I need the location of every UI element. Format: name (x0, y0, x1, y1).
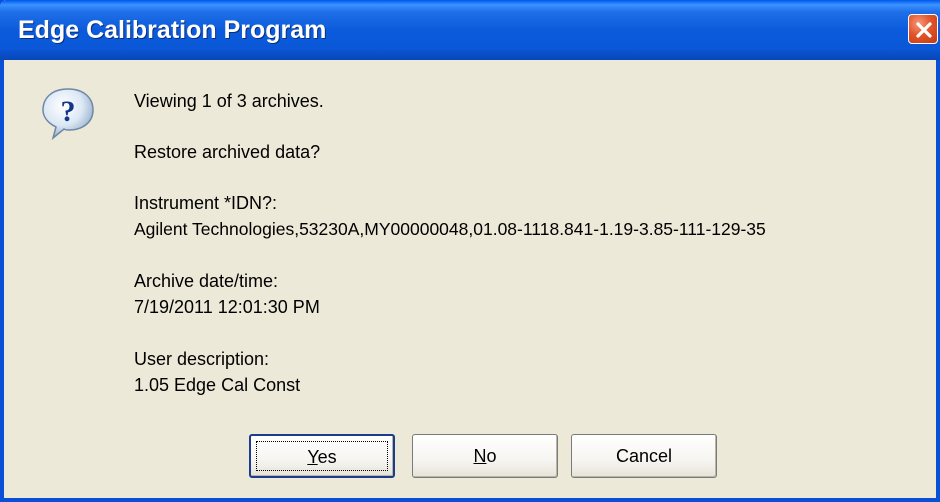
close-icon (916, 22, 932, 38)
yes-button[interactable]: Yes (249, 434, 395, 478)
title-bar[interactable]: Edge Calibration Program (0, 0, 940, 60)
user-description-label: User description: (134, 349, 270, 369)
close-button[interactable] (908, 14, 938, 44)
user-description-value: 1.05 Edge Cal Const (134, 375, 301, 395)
instrument-label: Instrument *IDN?: (134, 193, 278, 213)
archive-datetime-value: 7/19/2011 12:01:30 PM (134, 297, 320, 317)
archive-datetime-label: Archive date/time: (134, 271, 279, 291)
yes-button-label: Yes (307, 447, 337, 467)
window-title: Edge Calibration Program (18, 16, 327, 44)
archive-count-text: Viewing 1 of 3 archives. (134, 91, 324, 111)
message-dialog: Edge Calibration Program ? Viewing 1 of … (0, 0, 940, 502)
instrument-value: Agilent Technologies,53230A,MY00000048,0… (134, 219, 766, 239)
restore-prompt: Restore archived data? (134, 142, 321, 162)
cancel-button-label: Cancel (615, 446, 673, 466)
svg-text:?: ? (61, 95, 76, 128)
cancel-button[interactable]: Cancel (571, 434, 717, 478)
no-button-label: No (473, 446, 497, 466)
no-button[interactable]: No (412, 434, 558, 478)
question-icon: ? (42, 88, 94, 141)
